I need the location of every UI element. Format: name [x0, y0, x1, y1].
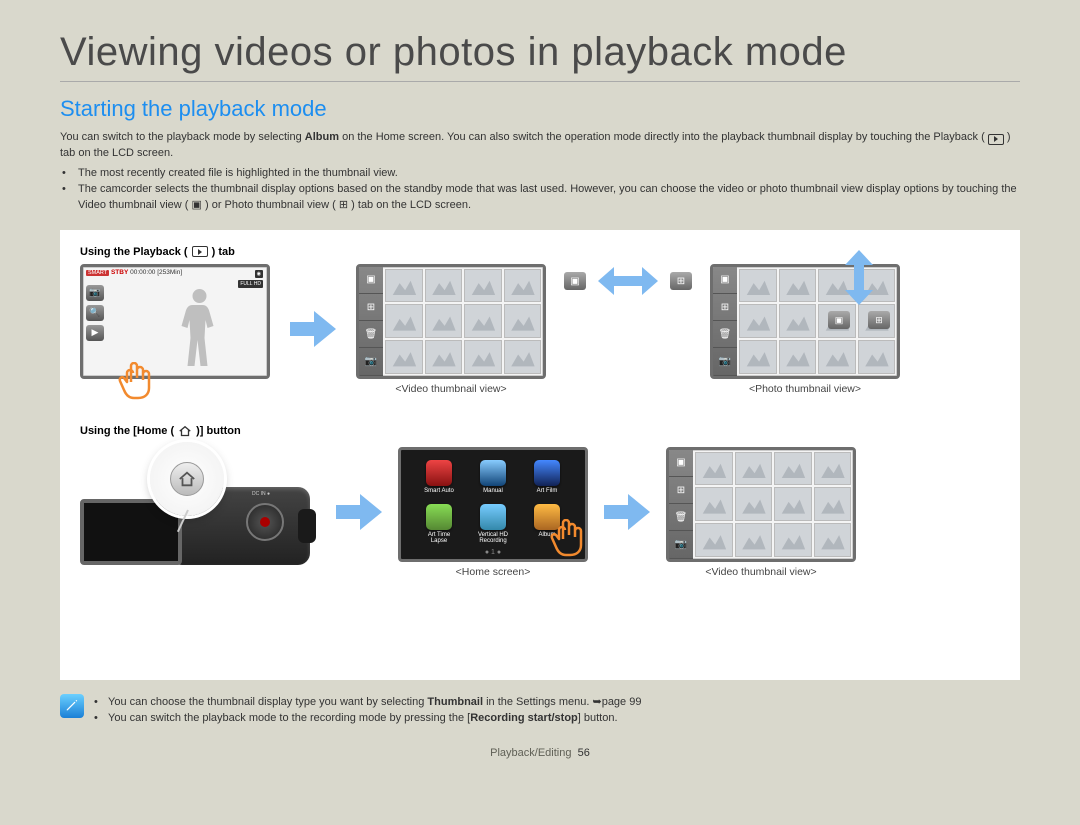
- playback-icon: [988, 134, 1004, 145]
- bullet-item: The most recently created file is highli…: [74, 166, 1020, 182]
- txt: ) tab: [212, 246, 235, 258]
- app-art-time-lapse[interactable]: Art Time Lapse: [419, 504, 459, 545]
- delete-tab-icon[interactable]: 🗑: [359, 321, 383, 348]
- arrow-leftright-icon: [598, 264, 658, 299]
- page-number: 56: [578, 747, 590, 759]
- delete-tab-icon[interactable]: 🗑: [669, 504, 693, 531]
- txt: ) tab on the LCD screen.: [348, 199, 471, 211]
- txt: ] button.: [578, 712, 618, 724]
- view-toggle-group: ▣ ⊞: [828, 250, 890, 329]
- note-item: You can choose the thumbnail display typ…: [94, 694, 641, 711]
- subject-silhouette: [172, 281, 227, 371]
- video-tab-icon[interactable]: ▣: [359, 267, 383, 294]
- delete-tab-icon[interactable]: 🗑: [713, 321, 737, 348]
- page-title: Viewing videos or photos in playback mod…: [60, 30, 1020, 82]
- playback-tab[interactable]: ▶: [86, 325, 104, 341]
- txt: You can choose the thumbnail display typ…: [108, 696, 427, 708]
- intro-bold-album: Album: [305, 131, 339, 143]
- photo-tab-icon[interactable]: ⊞: [359, 294, 383, 321]
- home-button-callout: [150, 442, 224, 516]
- txt-bold: Recording start/stop: [470, 712, 578, 724]
- smart-badge: SMART: [86, 270, 109, 276]
- camcorder-illustration: DC IN ●: [80, 447, 320, 577]
- photo-tab-icon[interactable]: ⊞: [669, 477, 693, 504]
- app-label: Art Film: [537, 488, 558, 495]
- note-box: You can choose the thumbnail display typ…: [60, 694, 1020, 727]
- txt: ) or Photo thumbnail view (: [202, 199, 339, 211]
- camera-mode-icon[interactable]: 📷: [86, 285, 104, 301]
- arrow-right-icon: [602, 490, 652, 535]
- footer-section: Playback/Editing: [490, 747, 571, 759]
- note-item: You can switch the playback mode to the …: [94, 710, 641, 727]
- video-tab-icon[interactable]: ▣: [669, 450, 693, 477]
- app-manual[interactable]: Manual: [473, 460, 513, 498]
- txt: You can switch the playback mode to the …: [108, 712, 470, 724]
- standby-screen: SMART STBY 00:00:00 [253Min] ◉ FULL HD 📷…: [80, 264, 270, 379]
- record-dial: [246, 503, 284, 541]
- caption-home: <Home screen>: [456, 566, 531, 578]
- video-tab-icon[interactable]: ▣: [713, 267, 737, 294]
- video-thumb-icon[interactable]: ▣: [828, 311, 850, 329]
- intro-text: on the Home screen. You can also switch …: [339, 131, 988, 143]
- rec-time: 00:00:00 [253Min]: [130, 269, 182, 276]
- caption-video-thumb: <Video thumbnail view>: [395, 383, 506, 395]
- camera-tab-icon[interactable]: 📷: [669, 531, 693, 558]
- intro-text: You can switch to the playback mode by s…: [60, 131, 305, 143]
- touch-hand-icon: [116, 362, 156, 407]
- arrow-right-icon: [288, 307, 338, 352]
- touch-hand-icon: [548, 519, 588, 564]
- app-label: Art Time Lapse: [428, 532, 450, 545]
- app-label: Vertical HD Recording: [478, 532, 508, 545]
- note-icon: [60, 694, 84, 718]
- pager-dots: ● 1 ●: [485, 549, 501, 556]
- arrow-updown-icon: [842, 250, 877, 305]
- bullet-item: The camcorder selects the thumbnail disp…: [74, 182, 1020, 214]
- photo-thumb-icon: ⊞: [339, 199, 348, 211]
- dcin-label: DC IN ●: [252, 491, 270, 497]
- caption-photo-thumb: <Photo thumbnail view>: [749, 383, 861, 395]
- video-thumb-icon[interactable]: ▣: [564, 272, 586, 290]
- section2-label: Using the [Home ( )] button: [80, 425, 1000, 437]
- txt: Using the Playback (: [80, 246, 188, 258]
- video-thumbnail-screen: ▣ ⊞ 🗑 📷: [356, 264, 546, 379]
- section-heading: Starting the playback mode: [60, 96, 1020, 122]
- battery-icon: ◉: [255, 270, 263, 278]
- camera-tab-icon[interactable]: 📷: [713, 348, 737, 375]
- txt: Using the [Home (: [80, 425, 174, 437]
- page-footer: Playback/Editing 56: [60, 747, 1020, 759]
- app-smart-auto[interactable]: Smart Auto: [419, 460, 459, 498]
- app-label: Smart Auto: [424, 488, 454, 495]
- app-label: Manual: [483, 488, 503, 495]
- txt-bold: Thumbnail: [427, 696, 483, 708]
- photo-thumb-icon[interactable]: ⊞: [868, 311, 890, 329]
- camera-tab-icon[interactable]: 📷: [359, 348, 383, 375]
- intro-bullets: The most recently created file is highli…: [60, 166, 1020, 214]
- zoom-icon[interactable]: 🔍: [86, 305, 104, 321]
- txt: in the Settings menu. ➥page 99: [483, 696, 641, 708]
- playback-icon: [192, 246, 208, 257]
- arrow-right-icon: [334, 490, 384, 535]
- video-thumbnail-screen: ▣ ⊞ 🗑 📷: [666, 447, 856, 562]
- caption-video-thumb2: <Video thumbnail view>: [705, 566, 816, 578]
- txt: )] button: [196, 425, 241, 437]
- photo-thumb-icon[interactable]: ⊞: [670, 272, 692, 290]
- video-thumb-icon: ▣: [192, 199, 202, 211]
- intro-paragraph: You can switch to the playback mode by s…: [60, 130, 1020, 162]
- app-art-film[interactable]: Art Film: [527, 460, 567, 498]
- home-button[interactable]: [170, 462, 204, 496]
- illustration-panel: Using the Playback ( ) tab SMART STBY 00…: [60, 230, 1020, 680]
- home-icon: [178, 425, 192, 437]
- fullhd-badge: FULL HD: [238, 280, 263, 288]
- app-vertical-hd[interactable]: Vertical HD Recording: [473, 504, 513, 545]
- stby-label: STBY: [111, 269, 128, 276]
- photo-tab-icon[interactable]: ⊞: [713, 294, 737, 321]
